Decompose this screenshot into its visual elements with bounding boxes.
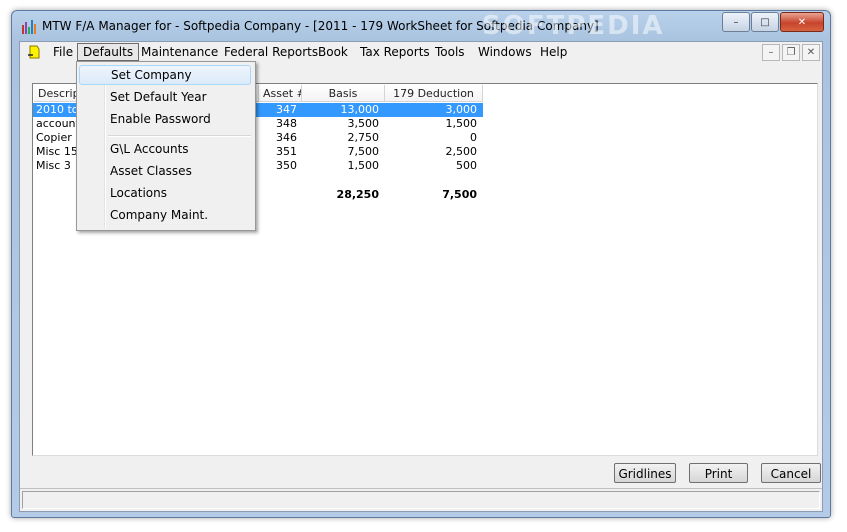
cell-description: Misc 3 [36,159,71,172]
maximize-icon: □ [760,16,770,28]
menu-help[interactable]: Help [535,44,572,60]
menu-separator [108,135,251,137]
cell-deduction: 2,500 [445,145,478,158]
menu-federal-reports[interactable]: Federal Reports [219,44,323,60]
cell-basis: 7,500 [347,145,380,158]
cancel-label: Cancel [770,467,812,481]
minimize-icon: – [733,16,739,28]
caption-buttons: – □ ✕ [721,12,824,32]
menu-book[interactable]: Book [313,44,353,60]
menu-bar: File Defaults Maintenance Federal Report… [20,42,822,62]
cell-basis: 2,750 [347,131,380,144]
cell-basis: 3,500 [347,117,380,130]
menu-item-set-company[interactable]: Set Company [79,65,251,85]
defaults-dropdown-menu: Set Company Set Default Year Enable Pass… [76,61,256,231]
menu-item-set-default-year[interactable]: Set Default Year [79,87,251,107]
gridlines-button[interactable]: Gridlines [614,463,676,483]
cell-deduction: 1,500 [445,117,478,130]
mdi-close-icon: ✕ [806,47,816,58]
cell-description: 2010 to [36,103,79,116]
mdi-restore-icon: ❐ [786,47,796,58]
cell-description: Misc 15 [36,145,78,158]
cell-basis: 1,500 [347,159,380,172]
print-button[interactable]: Print [689,463,748,483]
cell-basis: 13,000 [340,103,380,116]
gridlines-label: Gridlines [618,467,672,481]
mdi-restore-button[interactable]: ❐ [782,44,800,61]
cell-asset: 346 [276,131,297,144]
column-header-basis[interactable]: Basis [302,85,385,102]
cell-asset: 351 [276,145,297,158]
close-icon: ✕ [797,16,807,28]
cell-description: account [36,117,80,130]
cell-description: Copier [36,131,72,144]
menu-item-enable-password[interactable]: Enable Password [79,109,251,129]
menu-file[interactable]: File [48,44,78,60]
mdi-minimize-button[interactable]: – [762,44,780,61]
maximize-button[interactable]: □ [751,12,779,32]
mdi-document-icon[interactable] [26,44,42,60]
column-header-179-deduction[interactable]: 179 Deduction [385,85,483,102]
cell-asset: 348 [276,117,297,130]
total-deduction: 7,500 [442,188,477,201]
close-button[interactable]: ✕ [780,12,824,32]
mdi-caption-buttons: – ❐ ✕ [760,44,820,61]
menu-maintenance[interactable]: Maintenance [136,44,223,60]
column-header-asset[interactable]: Asset # [259,85,302,102]
mdi-minimize-icon: – [768,47,774,58]
title-bar[interactable]: MTW F/A Manager for - Softpedia Company … [12,11,830,41]
cell-deduction: 500 [456,159,477,172]
cell-deduction: 3,000 [445,103,478,116]
menu-item-asset-classes[interactable]: Asset Classes [79,161,251,181]
cell-asset: 347 [276,103,297,116]
menu-windows[interactable]: Windows [473,44,537,60]
menu-tax-reports[interactable]: Tax Reports [355,44,435,60]
cell-deduction: 0 [470,131,477,144]
app-chart-icon [22,20,36,34]
menu-item-locations[interactable]: Locations [79,183,251,203]
menu-item-gl-accounts[interactable]: G\L Accounts [79,139,251,159]
status-bar [20,488,822,511]
cancel-button[interactable]: Cancel [761,463,821,483]
total-basis: 28,250 [336,188,379,201]
menu-defaults[interactable]: Defaults [77,43,140,61]
minimize-button[interactable]: – [722,12,750,32]
menu-tools[interactable]: Tools [430,44,470,60]
status-pane [22,491,820,509]
softpedia-watermark: SOFTPEDIA [482,11,665,41]
menu-item-company-maint[interactable]: Company Maint. [79,205,251,225]
cell-asset: 350 [276,159,297,172]
mdi-close-button[interactable]: ✕ [802,44,820,61]
print-label: Print [704,467,733,481]
